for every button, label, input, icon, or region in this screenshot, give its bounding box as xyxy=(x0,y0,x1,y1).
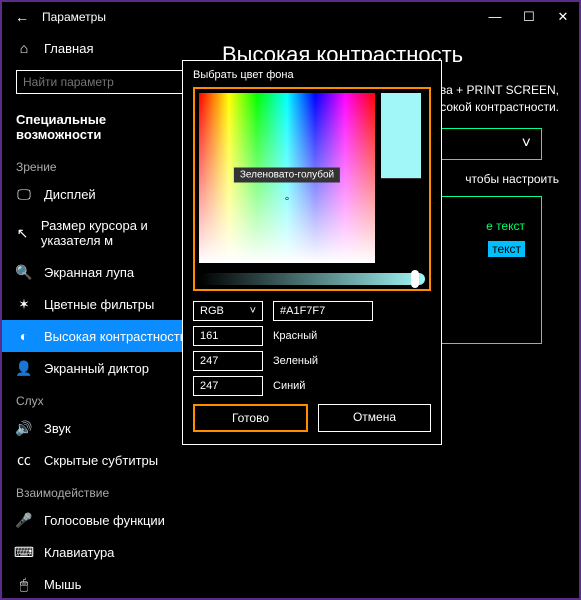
captions-icon: ㏄ xyxy=(16,452,32,468)
picker-controls: RGB˅ Красный Зеленый Синий Готово Отмена xyxy=(193,301,431,432)
sidebar-item-voice[interactable]: 🎤 Голосовые функции xyxy=(2,504,202,536)
blue-label: Синий xyxy=(273,380,305,392)
sidebar-label: Высокая контрастность xyxy=(44,329,187,344)
close-button[interactable]: ✕ xyxy=(555,9,571,25)
maximize-button[interactable]: ☐ xyxy=(521,9,537,25)
sound-icon: 🔊 xyxy=(16,420,32,436)
search-box[interactable] xyxy=(16,70,188,94)
color-spectrum[interactable]: Зеленовато-голубой ◦ xyxy=(199,93,375,263)
narrator-icon: 👤 xyxy=(16,360,32,376)
sidebar-label: Клавиатура xyxy=(44,545,114,560)
cursor-icon: ↖ xyxy=(16,225,29,241)
picker-cancel-button[interactable]: Отмена xyxy=(318,404,431,432)
sidebar-item-narrator[interactable]: 👤 Экранный диктор xyxy=(2,352,202,384)
magnifier-icon: 🔍 xyxy=(16,264,32,280)
window-controls: ― ☐ ✕ xyxy=(487,9,571,25)
opacity-slider[interactable] xyxy=(199,273,425,285)
sidebar-home[interactable]: ⌂ Главная xyxy=(2,32,202,64)
green-input[interactable] xyxy=(193,351,263,371)
sidebar-special-header: Специальные возможности xyxy=(2,104,202,150)
color-mode-select[interactable]: RGB˅ xyxy=(193,301,263,321)
color-area-wrap: Зеленовато-голубой ◦ xyxy=(193,87,431,291)
sidebar-item-sound[interactable]: 🔊 Звук xyxy=(2,412,202,444)
sidebar-label: Звук xyxy=(44,421,71,436)
sidebar-label: Дисплей xyxy=(44,187,96,202)
sidebar-item-high-contrast[interactable]: ◐ Высокая контрастность xyxy=(2,320,202,352)
home-icon: ⌂ xyxy=(16,40,32,56)
back-button[interactable]: ← xyxy=(10,9,34,25)
blue-input[interactable] xyxy=(193,376,263,396)
minimize-button[interactable]: ― xyxy=(487,9,503,25)
hex-input[interactable] xyxy=(273,301,373,321)
color-preview-column xyxy=(381,93,421,263)
opacity-thumb[interactable] xyxy=(411,270,419,288)
sidebar-label: Экранная лупа xyxy=(44,265,134,280)
sidebar-label: Размер курсора и указателя м xyxy=(41,218,188,248)
color-picker: Выбрать цвет фона Зеленовато-голубой ◦ R… xyxy=(182,60,442,445)
sidebar-group-interaction: Взаимодействие xyxy=(2,476,202,504)
sidebar-label: Голосовые функции xyxy=(44,513,165,528)
window-title: Параметры xyxy=(42,10,106,24)
chevron-down-icon: ˅ xyxy=(250,305,256,317)
keyboard-icon: ⌨ xyxy=(16,544,32,560)
mic-icon: 🎤 xyxy=(16,512,32,528)
spectrum-cursor-icon: ◦ xyxy=(285,191,290,206)
color-preview-old xyxy=(381,178,421,264)
sidebar-group-hearing: Слух xyxy=(2,384,202,412)
picker-title: Выбрать цвет фона xyxy=(193,69,431,81)
sidebar-label: Мышь xyxy=(44,577,81,592)
titlebar: ← Параметры ― ☐ ✕ xyxy=(2,2,579,32)
search-input[interactable] xyxy=(23,75,181,89)
sidebar-item-cursor[interactable]: ↖ Размер курсора и указателя м xyxy=(2,210,202,256)
sidebar-group-vision: Зрение xyxy=(2,150,202,178)
green-label: Зеленый xyxy=(273,355,318,367)
sidebar-item-display[interactable]: 🖵 Дисплей xyxy=(2,178,202,210)
sidebar-item-mouse[interactable]: 🖱 Мышь xyxy=(2,568,202,598)
display-icon: 🖵 xyxy=(16,186,32,202)
red-input[interactable] xyxy=(193,326,263,346)
sidebar-item-color-filters[interactable]: ✶ Цветные фильтры xyxy=(2,288,202,320)
sidebar-item-magnifier[interactable]: 🔍 Экранная лупа xyxy=(2,256,202,288)
hyperlink-text: е текст xyxy=(486,219,525,233)
red-label: Красный xyxy=(273,330,317,342)
selected-text: текст xyxy=(488,241,525,257)
sidebar-label: Экранный диктор xyxy=(44,361,149,376)
sidebar-item-captions[interactable]: ㏄ Скрытые субтитры xyxy=(2,444,202,476)
color-name-tooltip: Зеленовато-голубой xyxy=(234,167,340,182)
mouse-icon: 🖱 xyxy=(16,576,32,592)
sidebar-label: Цветные фильтры xyxy=(44,297,154,312)
sidebar: ⌂ Главная Специальные возможности Зрение… xyxy=(2,32,202,598)
sidebar-label: Главная xyxy=(44,41,93,56)
contrast-icon: ◐ xyxy=(16,328,32,344)
color-filter-icon: ✶ xyxy=(16,296,32,312)
color-preview-new xyxy=(381,93,421,178)
sidebar-label: Скрытые субтитры xyxy=(44,453,158,468)
sidebar-item-keyboard[interactable]: ⌨ Клавиатура xyxy=(2,536,202,568)
picker-done-button[interactable]: Готово xyxy=(193,404,308,432)
